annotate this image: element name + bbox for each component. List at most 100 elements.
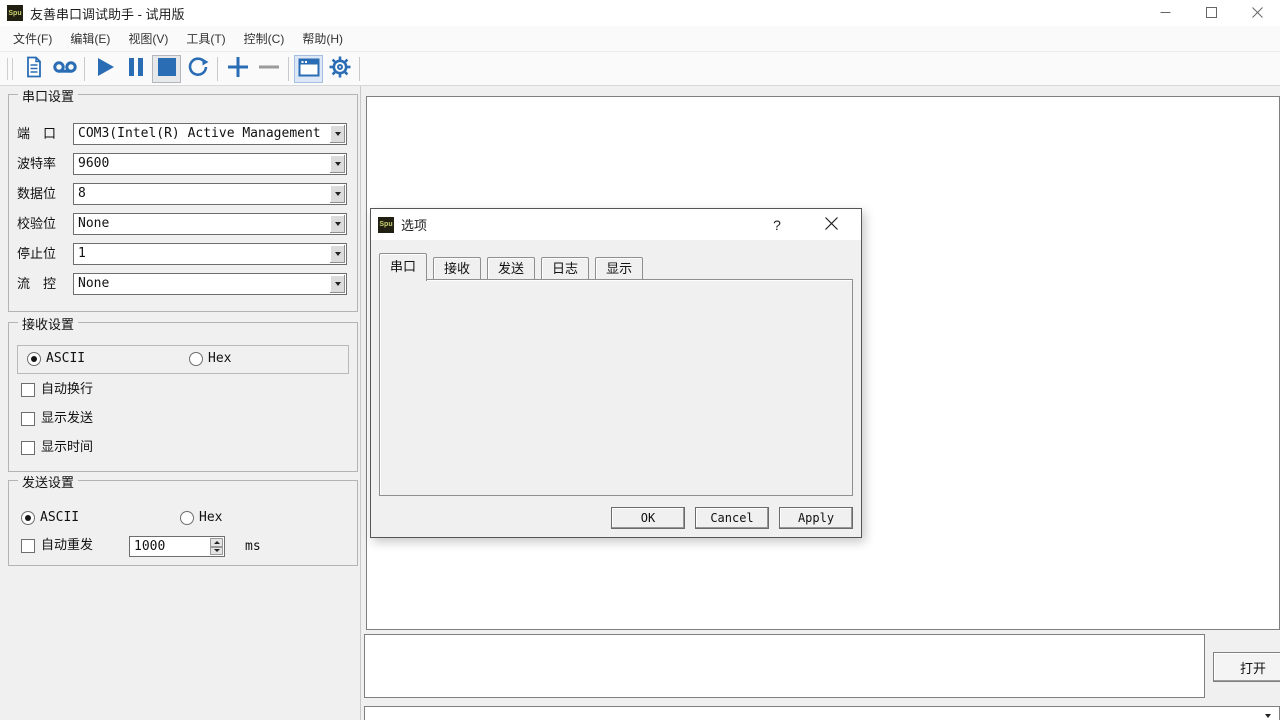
- tab-display[interactable]: 显示: [595, 257, 643, 280]
- send-ascii-label: ASCII: [40, 511, 79, 525]
- new-file-button[interactable]: [19, 55, 48, 83]
- dropdown-arrow-icon[interactable]: [330, 125, 345, 143]
- new-file-icon: [24, 56, 44, 81]
- checkbox-icon: [21, 539, 35, 553]
- receive-ascii-label: ASCII: [46, 352, 85, 366]
- window-title: 友善串口调试助手 - 试用版: [30, 4, 185, 23]
- interval-unit-label: ms: [245, 540, 261, 554]
- tab-send[interactable]: 发送: [487, 257, 535, 280]
- flowcontrol-label: 流 控: [17, 273, 56, 295]
- dropdown-arrow-icon[interactable]: [330, 185, 345, 203]
- resend-interval-input[interactable]: 1000: [129, 536, 225, 557]
- stopbits-label: 停止位: [17, 243, 56, 265]
- menu-file[interactable]: 文件(F): [4, 27, 61, 50]
- parity-label: 校验位: [17, 213, 56, 235]
- baudrate-combobox[interactable]: 9600: [73, 153, 347, 175]
- maximize-icon: [1206, 6, 1217, 21]
- port-label: 端 口: [17, 123, 56, 145]
- minimize-button[interactable]: [1142, 0, 1188, 26]
- dialog-tabbar: 串口 接收 发送 日志 显示: [379, 253, 649, 280]
- record-button[interactable]: [50, 55, 79, 83]
- minus-button[interactable]: [254, 55, 283, 83]
- dialog-close-button[interactable]: [819, 213, 843, 237]
- group-title: 串口设置: [18, 86, 78, 105]
- dropdown-arrow-icon[interactable]: [330, 155, 345, 173]
- autowrap-label: 自动换行: [41, 382, 93, 396]
- checkbox-icon: [21, 441, 35, 455]
- checkbox-icon: [21, 383, 35, 397]
- cancel-button[interactable]: Cancel: [695, 507, 769, 529]
- databits-label: 数据位: [17, 183, 56, 205]
- receive-hex-label: Hex: [208, 352, 231, 366]
- settings-button[interactable]: [325, 55, 354, 83]
- pause-button[interactable]: [121, 55, 150, 83]
- minus-icon: [257, 55, 281, 82]
- send-settings-group: 发送设置 ASCII Hex 自动重发 1000 ms: [8, 480, 358, 566]
- send-history-combobox[interactable]: [364, 706, 1280, 720]
- radio-icon: [27, 352, 41, 366]
- close-icon: [1252, 6, 1263, 21]
- dropdown-arrow-icon[interactable]: [330, 215, 345, 233]
- plus-button[interactable]: [223, 55, 252, 83]
- dropdown-arrow-icon[interactable]: [1265, 714, 1271, 718]
- refresh-icon: [187, 56, 209, 81]
- dropdown-arrow-icon[interactable]: [330, 275, 345, 293]
- toolbar-drag-handle[interactable]: [7, 58, 13, 80]
- play-button[interactable]: [90, 55, 119, 83]
- sidebar: 串口设置 端 口 COM3(Intel(R) Active Management…: [0, 86, 361, 720]
- options-dialog: Spu 选项 ? 串口 接收 发送 日志 显示 串 口 COM3 (Intel(…: [370, 208, 862, 538]
- panels-button[interactable]: [294, 55, 323, 83]
- show-time-label: 显示时间: [41, 440, 93, 454]
- send-input-area[interactable]: [364, 634, 1205, 698]
- port-combobox[interactable]: COM3(Intel(R) Active Management: [73, 123, 347, 145]
- menu-help[interactable]: 帮助(H): [293, 27, 352, 50]
- serial-settings-group: 串口设置 端 口 COM3(Intel(R) Active Management…: [8, 94, 358, 312]
- open-port-button[interactable]: 打开: [1213, 652, 1280, 682]
- apply-button[interactable]: Apply: [779, 507, 853, 529]
- toolbar-separator: [217, 57, 218, 81]
- dialog-help-button[interactable]: ?: [765, 213, 789, 237]
- spinner-buttons: [210, 538, 223, 555]
- minimize-icon: [1160, 6, 1171, 21]
- spin-up-button[interactable]: [210, 538, 223, 547]
- dropdown-arrow-icon[interactable]: [330, 245, 345, 263]
- window-controls: [1142, 0, 1280, 26]
- stopbits-combobox[interactable]: 1: [73, 243, 347, 265]
- flowcontrol-combobox[interactable]: None: [73, 273, 347, 295]
- close-icon: [825, 217, 838, 233]
- maximize-button[interactable]: [1188, 0, 1234, 26]
- spin-down-button[interactable]: [210, 547, 223, 556]
- group-title: 发送设置: [18, 472, 78, 491]
- settings-icon: [328, 55, 352, 82]
- menu-edit[interactable]: 编辑(E): [61, 27, 119, 50]
- pause-icon: [128, 56, 144, 81]
- menubar: 文件(F) 编辑(E) 视图(V) 工具(T) 控制(C) 帮助(H): [0, 26, 1280, 52]
- send-hex-label: Hex: [199, 511, 222, 525]
- menu-view[interactable]: 视图(V): [119, 27, 177, 50]
- receive-settings-group: 接收设置 ASCII Hex 自动换行 显示发送: [8, 322, 358, 472]
- show-send-label: 显示发送: [41, 411, 93, 425]
- plus-icon: [226, 55, 250, 82]
- resend-interval-value: 1000: [134, 537, 208, 556]
- parity-combobox[interactable]: None: [73, 213, 347, 235]
- app-icon: Spu: [7, 5, 23, 21]
- menu-control[interactable]: 控制(C): [235, 27, 294, 50]
- radio-icon: [180, 511, 194, 525]
- databits-combobox[interactable]: 8: [73, 183, 347, 205]
- menu-tools[interactable]: 工具(T): [177, 27, 234, 50]
- checkbox-icon: [21, 412, 35, 426]
- ok-button[interactable]: OK: [611, 507, 685, 529]
- combobox-value: None: [78, 214, 328, 234]
- record-icon: [52, 58, 78, 79]
- dialog-icon: Spu: [378, 217, 394, 233]
- auto-resend-label: 自动重发: [41, 538, 93, 552]
- tab-serial[interactable]: 串口: [379, 253, 427, 281]
- tab-receive[interactable]: 接收: [433, 257, 481, 280]
- close-button[interactable]: [1234, 0, 1280, 26]
- tab-log[interactable]: 日志: [541, 257, 589, 280]
- combobox-value: COM3(Intel(R) Active Management: [78, 124, 328, 144]
- stop-button[interactable]: [152, 55, 181, 83]
- toolbar: [0, 52, 1280, 86]
- refresh-button[interactable]: [183, 55, 212, 83]
- baudrate-label: 波特率: [17, 153, 56, 175]
